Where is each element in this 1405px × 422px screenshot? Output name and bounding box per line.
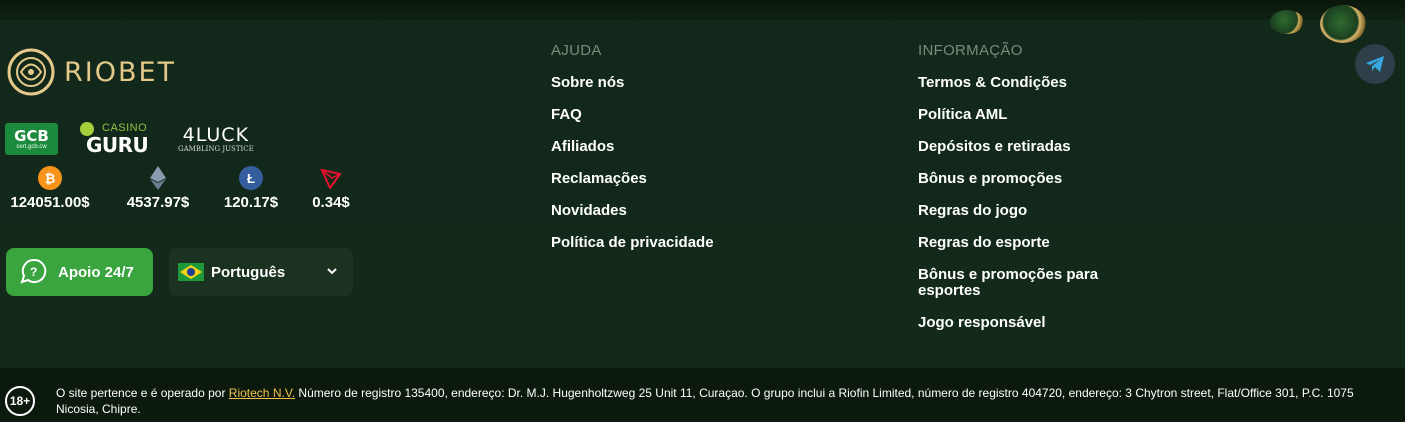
coin-decoration-icon [1320, 5, 1366, 43]
4luck-sub: GAMBLING JUSTICE [178, 145, 254, 153]
link-termos[interactable]: Termos & Condições [918, 75, 1118, 91]
crypto-value: 0.34$ [312, 194, 350, 211]
link-politica-privacidade[interactable]: Política de privacidade [551, 235, 714, 251]
help-column: AJUDA Sobre nós FAQ Afiliados Reclamaçõe… [551, 42, 714, 251]
link-regras-jogo[interactable]: Regras do jogo [918, 203, 1118, 219]
chevron-down-icon [327, 268, 337, 275]
support-label: Apoio 24/7 [58, 263, 134, 281]
4luck-badge[interactable]: 4LUCK GAMBLING JUSTICE [178, 125, 254, 153]
crypto-ltc: Ł 120.17$ [222, 166, 280, 211]
telegram-icon [1366, 56, 1384, 72]
tron-icon [319, 166, 343, 190]
gcb-badge-sub: cert.gcb.cw [16, 144, 47, 150]
link-bonus-esportes[interactable]: Bônus e promoções para esportes [918, 267, 1118, 299]
crypto-value: 120.17$ [223, 194, 279, 211]
partner-badges: GCB cert.gcb.cw CASINO GURU 4LUCK GAMBLI… [5, 122, 254, 157]
casino-guru-badge[interactable]: CASINO GURU [80, 122, 160, 157]
brand-name: RIOBET [64, 56, 177, 88]
brazil-flag-icon [178, 263, 204, 281]
link-politica-aml[interactable]: Política AML [918, 107, 1118, 123]
coin-decoration-icon [1270, 10, 1304, 34]
bitcoin-icon: ₿ [38, 166, 62, 190]
info-column: INFORMAÇÃO Termos & Condições Política A… [918, 42, 1118, 331]
link-jogo-responsavel[interactable]: Jogo responsável [918, 315, 1118, 331]
riotech-link[interactable]: Riotech N.V. [229, 386, 295, 400]
crypto-trx: 0.34$ [308, 166, 354, 211]
riobet-emblem-icon [7, 48, 55, 96]
language-select[interactable]: Português [169, 248, 353, 296]
gcb-badge[interactable]: GCB cert.gcb.cw [5, 123, 58, 155]
top-band [0, 0, 1405, 20]
link-afiliados[interactable]: Afiliados [551, 139, 714, 155]
gcb-badge-title: GCB [14, 127, 49, 145]
link-regras-esporte[interactable]: Regras do esporte [918, 235, 1118, 251]
link-novidades[interactable]: Novidades [551, 203, 714, 219]
language-label: Português [211, 263, 286, 281]
link-sobre-nos[interactable]: Sobre nós [551, 75, 714, 91]
link-reclamacoes[interactable]: Reclamações [551, 171, 714, 187]
svg-text:?: ? [30, 265, 37, 279]
crypto-btc: ₿ 124051.00$ [6, 166, 94, 211]
litecoin-icon: Ł [239, 166, 263, 190]
link-faq[interactable]: FAQ [551, 107, 714, 123]
help-title: AJUDA [551, 42, 602, 59]
riobet-logo[interactable]: RIOBET [6, 47, 176, 97]
info-title: INFORMAÇÃO [918, 42, 1023, 59]
legal-prefix: O site pertence e é operado por [56, 386, 226, 400]
telegram-button[interactable] [1355, 44, 1395, 84]
legal-text: O site pertence e é operado por Riotech … [56, 385, 1386, 417]
link-bonus[interactable]: Bônus e promoções [918, 171, 1118, 187]
4luck-main: 4LUCK [182, 124, 250, 146]
support-button[interactable]: ? Apoio 24/7 [6, 248, 153, 296]
ethereum-icon [146, 166, 170, 190]
crypto-value: 4537.97$ [126, 194, 190, 211]
link-depositos[interactable]: Depósitos e retiradas [918, 139, 1118, 155]
crypto-eth: 4537.97$ [122, 166, 194, 211]
crypto-value: 124051.00$ [10, 194, 90, 211]
age-restriction-icon: 18+ [5, 386, 35, 416]
chat-support-icon: ? [20, 258, 47, 284]
casino-guru-main: GURU [86, 133, 149, 157]
